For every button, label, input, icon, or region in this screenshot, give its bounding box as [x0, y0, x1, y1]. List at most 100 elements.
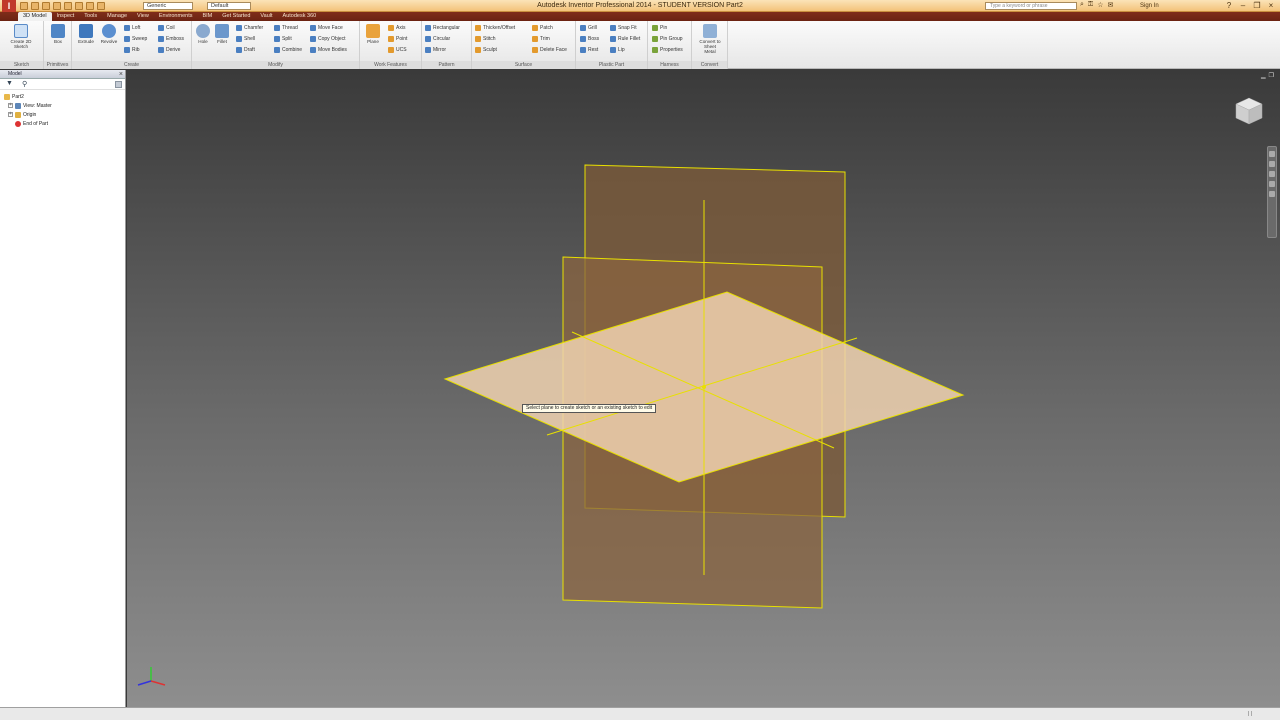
sweep-button[interactable]: Sweep [124, 35, 147, 43]
redo-icon[interactable] [64, 2, 72, 10]
rectangular-pattern-button[interactable]: Rectangular [425, 24, 460, 32]
find-icon[interactable]: ⚲ [22, 80, 27, 88]
key-icon[interactable]: ⚿ [1088, 1, 1093, 9]
binoculars-icon[interactable]: ⌕ [1080, 1, 1084, 9]
rib-button[interactable]: Rib [124, 46, 147, 54]
star-icon[interactable]: ☆ [1097, 1, 1103, 9]
lip-button[interactable]: Lip [610, 46, 640, 54]
material-dropdown[interactable]: Generic [143, 2, 193, 10]
look-at-icon[interactable] [1269, 191, 1275, 197]
grill-button[interactable]: Grill [580, 24, 599, 32]
split-button[interactable]: Split [274, 35, 302, 43]
plane-button[interactable]: Plane [362, 24, 384, 44]
thicken-offset-button[interactable]: Thicken/Offset [475, 24, 515, 32]
tab-manage[interactable]: Manage [102, 12, 132, 21]
convert-panel: Convert to Sheet Metal Convert [692, 21, 728, 69]
browser-options-icon[interactable] [115, 81, 122, 88]
viewport-minimize-icon[interactable]: ▁ [1261, 72, 1266, 79]
pin-group-button[interactable]: Pin Group [652, 35, 683, 43]
origin-planes [443, 164, 965, 609]
tab-vault[interactable]: Vault [255, 12, 277, 21]
convert-to-sheet-metal-button[interactable]: Convert to Sheet Metal [699, 24, 721, 54]
zoom-icon[interactable] [1269, 171, 1275, 177]
axis-triad [137, 667, 166, 686]
pan-icon[interactable] [1269, 161, 1275, 167]
update-icon[interactable] [86, 2, 94, 10]
shell-button[interactable]: Shell [236, 35, 263, 43]
restore-icon[interactable]: ❐ [1250, 0, 1264, 11]
copy-object-button[interactable]: Copy Object [310, 35, 347, 43]
circular-pattern-button[interactable]: Circular [425, 35, 460, 43]
point-button[interactable]: Point [388, 35, 407, 43]
tab-environments[interactable]: Environments [154, 12, 198, 21]
trim-button[interactable]: Trim [532, 35, 567, 43]
tab-autodesk-360[interactable]: Autodesk 360 [278, 12, 322, 21]
rule-fillet-button[interactable]: Rule Fillet [610, 35, 640, 43]
undo-icon[interactable] [53, 2, 61, 10]
revolve-button[interactable]: Revolve [98, 24, 120, 44]
boss-button[interactable]: Boss [580, 35, 599, 43]
open-file-icon[interactable] [31, 2, 39, 10]
pin-button[interactable]: Pin [652, 24, 683, 32]
box-button[interactable]: Box [47, 24, 69, 44]
delete-face-button[interactable]: Delete Face [532, 46, 567, 54]
stitch-button[interactable]: Stitch [475, 35, 515, 43]
properties-button[interactable]: Properties [652, 46, 683, 54]
filter-icon[interactable]: ▼ [6, 80, 13, 87]
tree-node-view[interactable]: + View: Master [4, 101, 125, 110]
mirror-button[interactable]: Mirror [425, 46, 460, 54]
create-2d-sketch-button[interactable]: Create 2D Sketch [10, 24, 32, 49]
help-icon[interactable]: ? [1222, 0, 1236, 11]
expand-icon[interactable]: + [8, 112, 13, 117]
tab-bim[interactable]: BIM [197, 12, 217, 21]
snap-fit-button[interactable]: Snap Fit [610, 24, 640, 32]
move-bodies-button[interactable]: Move Bodies [310, 46, 347, 54]
combine-button[interactable]: Combine [274, 46, 302, 54]
viewcube[interactable] [1233, 95, 1265, 127]
tab-inspect[interactable]: Inspect [52, 12, 80, 21]
move-face-button[interactable]: Move Face [310, 24, 347, 32]
rest-button[interactable]: Rest [580, 46, 599, 54]
save-icon[interactable] [42, 2, 50, 10]
new-file-icon[interactable] [20, 2, 28, 10]
graphics-viewport[interactable]: Select plane to create sketch or an exis… [127, 70, 1280, 707]
tab-3d-model[interactable]: 3D Model [18, 12, 52, 21]
patch-button[interactable]: Patch [532, 24, 567, 32]
browser-header: Model × [0, 70, 125, 79]
application-menu-button[interactable]: I [2, 0, 16, 12]
browser-title[interactable]: Model [8, 70, 22, 79]
chamfer-button[interactable]: Chamfer [236, 24, 263, 32]
tree-node-end-of-part[interactable]: End of Part [4, 119, 125, 128]
tab-view[interactable]: View [132, 12, 154, 21]
ucs-button[interactable]: UCS [388, 46, 407, 54]
expand-icon[interactable]: + [8, 103, 13, 108]
thread-button[interactable]: Thread [274, 24, 302, 32]
home-icon[interactable] [75, 2, 83, 10]
fillet-button[interactable]: Fillet [211, 24, 233, 44]
close-icon[interactable]: × [1264, 0, 1278, 11]
viewport-restore-icon[interactable]: ❐ [1269, 72, 1274, 79]
coil-button[interactable]: Coil [158, 24, 184, 32]
sculpt-button[interactable]: Sculpt [475, 46, 515, 54]
draft-button[interactable]: Draft [236, 46, 263, 54]
axis-button[interactable]: Axis [388, 24, 407, 32]
search-input[interactable]: Type a keyword or phrase [985, 2, 1077, 10]
signin-link[interactable]: Sign In [1140, 0, 1159, 12]
tab-get-started[interactable]: Get Started [217, 12, 255, 21]
steering-wheel-icon[interactable] [1269, 151, 1275, 157]
tree-node-part[interactable]: Part2 [4, 92, 125, 101]
extrude-button[interactable]: Extrude [75, 24, 97, 44]
minimize-icon[interactable]: – [1236, 0, 1250, 11]
derive-button[interactable]: Derive [158, 46, 184, 54]
loft-button[interactable]: Loft [124, 24, 147, 32]
select-icon[interactable] [97, 2, 105, 10]
appearance-dropdown[interactable]: Default [207, 2, 251, 10]
emboss-button[interactable]: Emboss [158, 35, 184, 43]
tab-tools[interactable]: Tools [79, 12, 102, 21]
close-icon[interactable]: × [119, 70, 123, 79]
center-point[interactable] [702, 385, 706, 389]
properties-icon [652, 47, 658, 53]
tree-node-origin[interactable]: + Origin [4, 110, 125, 119]
communication-icon[interactable]: ✉ [1108, 1, 1114, 9]
orbit-icon[interactable] [1269, 181, 1275, 187]
